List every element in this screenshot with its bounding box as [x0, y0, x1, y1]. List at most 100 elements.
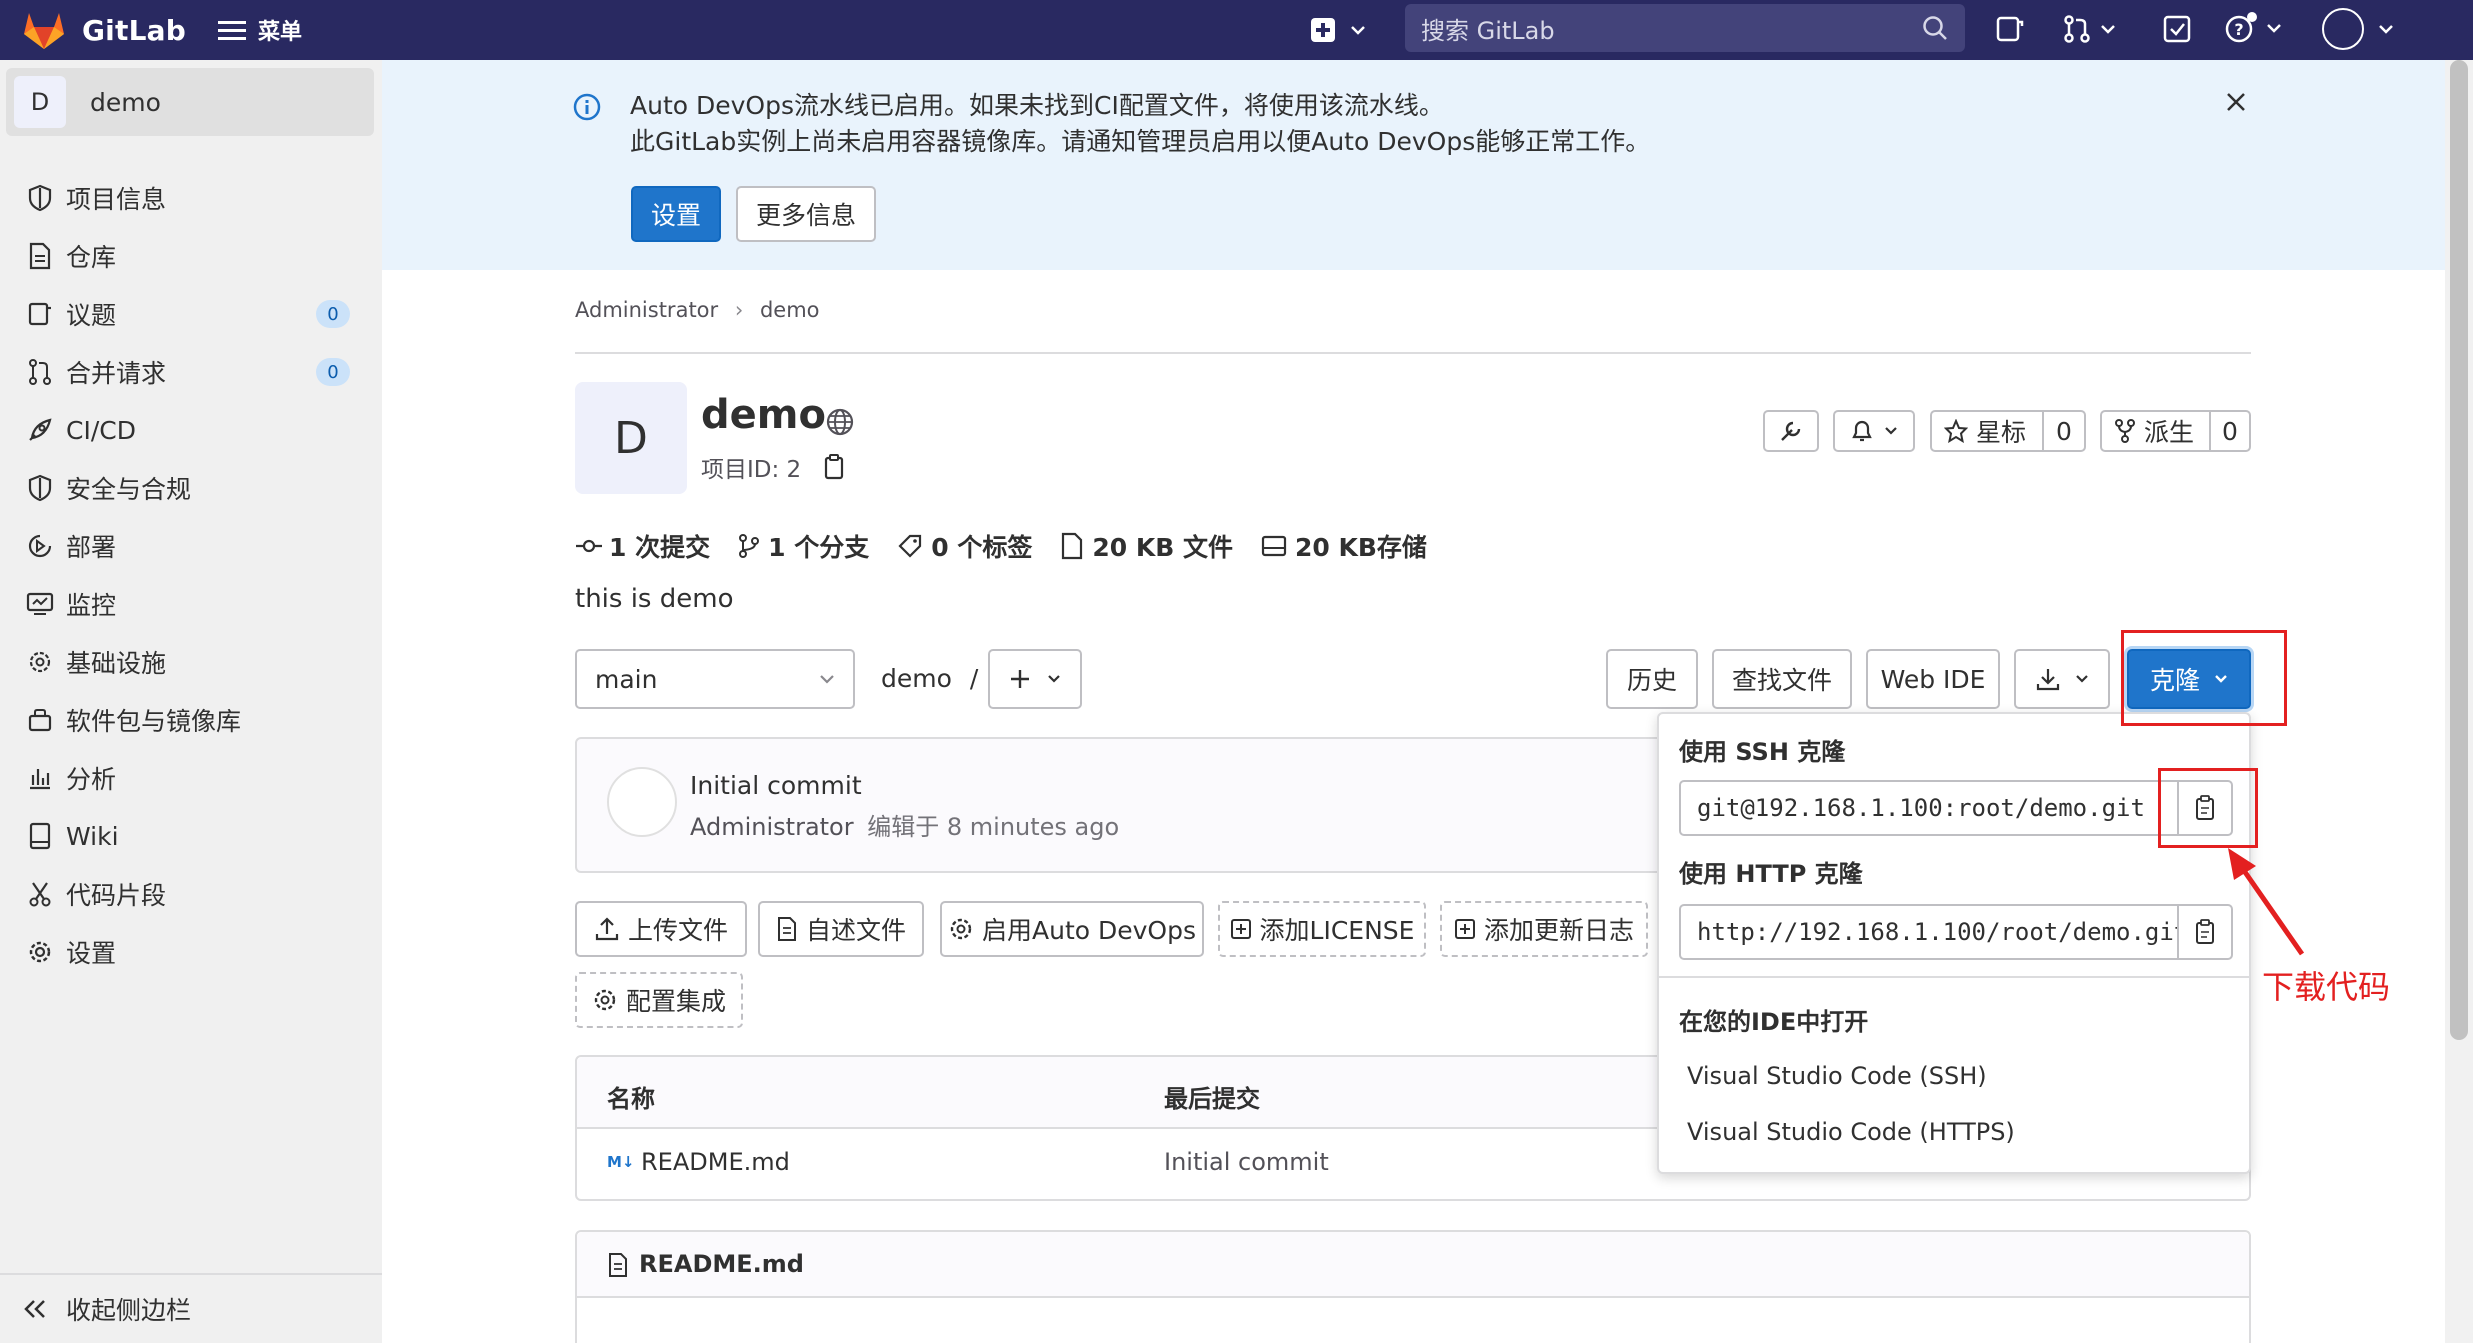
branches-stat[interactable]: 1 个分支 [738, 528, 869, 564]
merge-requests-button[interactable] [2062, 14, 2116, 44]
commits-count: 1 次提交 [609, 533, 711, 562]
cloud-gear-icon [22, 644, 58, 680]
admin-wrench-button[interactable] [1763, 410, 1819, 452]
sidebar-project-name: demo [90, 87, 161, 117]
sidebar-item-label: 部署 [66, 533, 117, 562]
readme-panel: README.md [575, 1230, 2251, 1343]
gear-icon [950, 918, 972, 940]
notification-button[interactable] [1833, 410, 1915, 452]
add-to-tree-button[interactable] [988, 649, 1082, 709]
sidebar-item-ci-cd[interactable]: CI/CD [22, 405, 362, 455]
web-ide-button[interactable]: Web IDE [1866, 649, 2000, 709]
page-scrollbar[interactable] [2445, 60, 2473, 1343]
package-icon [22, 702, 58, 738]
configure-integrations-button[interactable]: 配置集成 [575, 972, 743, 1028]
upload-file-button[interactable]: 上传文件 [575, 901, 747, 957]
sidebar-item-label: 安全与合规 [66, 475, 192, 504]
http-url-field[interactable]: http://192.168.1.100/root/demo.git [1679, 904, 2179, 960]
star-count: 0 [2042, 412, 2084, 450]
open-vscode-https-item[interactable]: Visual Studio Code (HTTPS) [1687, 1118, 2015, 1146]
storage-stat[interactable]: 20 KB存储 [1261, 528, 1427, 564]
readme-title[interactable]: README.md [639, 1250, 804, 1278]
file-last-commit[interactable]: Initial commit [1164, 1148, 1329, 1176]
chevron-down-icon [1048, 675, 1060, 683]
user-menu-button[interactable] [2322, 8, 2394, 50]
sidebar-item-snippets[interactable]: 代码片段 [22, 869, 362, 919]
path-separator: / [969, 664, 979, 693]
fork-icon [2115, 419, 2135, 443]
breadcrumb-parent[interactable]: Administrator [575, 298, 718, 322]
sidebar-item-label: 基础设施 [66, 649, 167, 678]
commits-stat[interactable]: 1 次提交 [575, 528, 710, 564]
avatar [2322, 8, 2364, 50]
alert-settings-button[interactable]: 设置 [631, 186, 721, 242]
find-file-button[interactable]: 查找文件 [1712, 649, 1852, 709]
star-button[interactable]: 星标 0 [1930, 410, 2086, 452]
history-button[interactable]: 历史 [1606, 649, 1698, 709]
enable-auto-devops-button[interactable]: 启用Auto DevOps [940, 901, 1204, 957]
alert-line-2: 此GitLab实例上尚未启用容器镜像库。请通知管理员启用以便Auto DevOp… [630, 127, 1651, 156]
close-icon[interactable] [2224, 90, 2248, 114]
sidebar-item-label: 软件包与镜像库 [66, 707, 242, 736]
sidebar-item-label: 项目信息 [66, 185, 167, 214]
sidebar-item-security[interactable]: 安全与合规 [22, 463, 362, 513]
file-name[interactable]: README.md [641, 1148, 790, 1176]
tags-stat[interactable]: 0 个标签 [897, 528, 1032, 564]
sidebar-item-issues[interactable]: 议题 0 [22, 289, 362, 339]
scrollbar-thumb[interactable] [2450, 60, 2468, 1040]
search-input[interactable]: 搜索 GitLab [1405, 4, 1965, 52]
sidebar-item-monitor[interactable]: 监控 [22, 579, 362, 629]
add-license-button[interactable]: 添加LICENSE [1218, 901, 1426, 957]
sidebar-item-wiki[interactable]: Wiki [22, 811, 362, 861]
sidebar-item-infrastructure[interactable]: 基础设施 [22, 637, 362, 687]
sidebar-item-packages[interactable]: 软件包与镜像库 [22, 695, 362, 745]
sidebar-item-analytics[interactable]: 分析 [22, 753, 362, 803]
sidebar-item-settings[interactable]: 设置 [22, 927, 362, 977]
open-vscode-ssh-item[interactable]: Visual Studio Code (SSH) [1687, 1062, 1987, 1090]
commit-title[interactable]: Initial commit [690, 771, 862, 800]
sidebar-item-merge-requests[interactable]: 合并请求 0 [22, 347, 362, 397]
fork-count: 0 [2209, 412, 2249, 450]
breadcrumb-current[interactable]: demo [760, 298, 820, 322]
sidebar-item-deployments[interactable]: 部署 [22, 521, 362, 571]
files-stat[interactable]: 20 KB 文件 [1060, 528, 1233, 564]
gitlab-home-link[interactable]: GitLab [22, 8, 186, 52]
alert-more-info-button[interactable]: 更多信息 [736, 186, 876, 242]
collapse-sidebar-button[interactable]: 收起侧边栏 [0, 1273, 382, 1343]
book-icon [22, 818, 58, 854]
column-header-name: 名称 [607, 1085, 655, 1113]
file-icon [777, 917, 796, 941]
branch-selector[interactable]: main [575, 649, 855, 709]
ssh-url-field[interactable]: git@192.168.1.100:root/demo.git [1679, 780, 2179, 836]
branches-count: 1 个分支 [768, 533, 870, 562]
star-icon [1944, 419, 1968, 443]
readme-panel-header [577, 1232, 2249, 1298]
chevron-down-icon [2379, 25, 2393, 34]
sidebar-item-project-info[interactable]: 项目信息 [22, 173, 362, 223]
help-button[interactable]: ? [2224, 10, 2282, 46]
new-dropdown-button[interactable] [1310, 10, 1366, 50]
readme-button[interactable]: 自述文件 [758, 901, 924, 957]
sidebar-item-repository[interactable]: 仓库 [22, 231, 362, 281]
sidebar-item-label: 设置 [66, 939, 117, 968]
search-icon [1923, 16, 1947, 40]
info-icon [573, 93, 601, 121]
fork-button[interactable]: 派生 0 [2100, 410, 2251, 452]
todo-icon-button[interactable] [1994, 14, 2024, 44]
commit-author-avatar[interactable] [607, 767, 677, 837]
integrations-label: 配置集成 [625, 987, 726, 1016]
repo-path-root[interactable]: demo [881, 664, 952, 693]
sidebar-project-header[interactable]: D demo [6, 68, 374, 136]
star-label: 星标 [1976, 418, 2027, 447]
chevron-down-icon [1885, 427, 1897, 435]
todos-button[interactable] [2162, 14, 2192, 44]
plus-square-icon [1311, 18, 1335, 42]
breadcrumb-separator-icon: › [734, 298, 744, 322]
file-icon [1062, 532, 1083, 560]
menu-button[interactable]: 菜单 [218, 10, 302, 50]
add-changelog-button[interactable]: 添加更新日志 [1440, 901, 1648, 957]
copy-project-id-icon[interactable] [820, 452, 848, 482]
download-button[interactable] [2014, 649, 2110, 709]
commit-author[interactable]: Administrator [690, 813, 854, 841]
issues-icon [22, 296, 58, 332]
